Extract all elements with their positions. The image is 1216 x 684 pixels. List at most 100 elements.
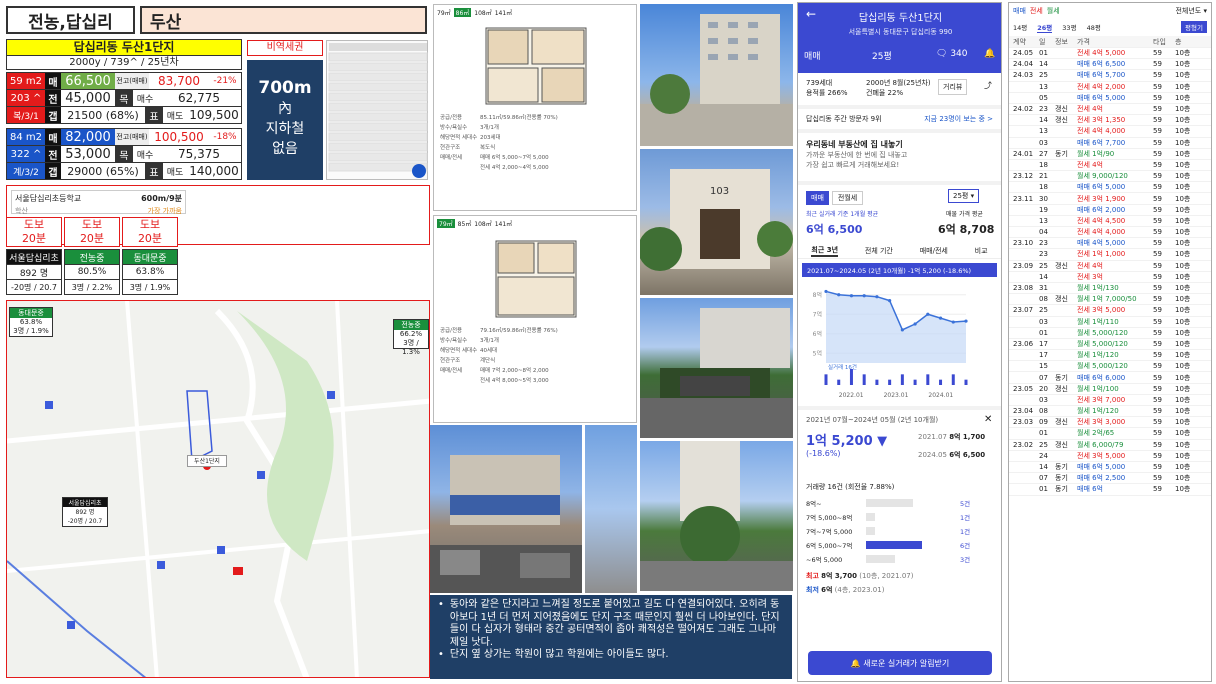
tx-cell: 59 bbox=[1153, 272, 1162, 281]
fp-tab[interactable]: 108㎡ bbox=[474, 8, 491, 17]
tx-cell: 10층 bbox=[1175, 440, 1191, 449]
table-row[interactable]: 14 갱신 전세 3억 1,350 59 10층 bbox=[1009, 115, 1211, 127]
y-tick-label: 8억 bbox=[813, 291, 822, 299]
bell-icon: 🔔 bbox=[850, 658, 861, 668]
table-row[interactable]: 13 전세 4억 2,000 59 10층 bbox=[1009, 82, 1211, 93]
table-row[interactable]: 24.05 01 전세 4억 5,000 59 10층 bbox=[1009, 48, 1211, 60]
fp-tab[interactable]: 108㎡ bbox=[474, 219, 491, 228]
tx-cell: 매매 6억 7,700 bbox=[1077, 138, 1126, 147]
fp-tab[interactable]: 85㎡ bbox=[458, 219, 472, 228]
price-chart[interactable]: 8억 7억 6억 5억 2022.01 2023.01 2024.01 실거래 16건 bbox=[798, 277, 1002, 403]
close-icon[interactable]: ✕ bbox=[984, 414, 992, 425]
listing-table-graphic bbox=[328, 43, 428, 178]
size-tab[interactable]: 26평 bbox=[1037, 22, 1053, 33]
tx-tab[interactable]: 전세 bbox=[1030, 6, 1043, 15]
table-row[interactable]: 23.08 31 월세 1억/130 59 10층 bbox=[1009, 283, 1211, 295]
table-row[interactable]: 05 매매 6억 5,000 59 10층 bbox=[1009, 93, 1211, 104]
bell-icon[interactable]: 🔔 bbox=[984, 49, 995, 59]
table-row[interactable]: 03 매매 6억 7,700 59 10층 bbox=[1009, 138, 1211, 149]
table-row[interactable]: 08 갱신 월세 1억 7,000/50 59 10층 bbox=[1009, 294, 1211, 306]
table-row[interactable]: 23.10 23 매매 4억 5,000 59 10층 bbox=[1009, 238, 1211, 250]
transaction-panel: 매매 전세 월세 전체년도 ▾ 14평 26평 33평 48평 평형기 계약 일 정… bbox=[1008, 2, 1212, 682]
size-tab[interactable]: 33평 bbox=[1062, 22, 1076, 32]
table-row[interactable]: 03 월세 1억/110 59 10층 bbox=[1009, 317, 1211, 328]
table-row[interactable]: 01 월세 2억/65 59 10층 bbox=[1009, 428, 1211, 440]
table-row[interactable]: 15 월세 5,000/120 59 10층 bbox=[1009, 361, 1211, 373]
table-row[interactable]: 24.04 14 매매 6억 6,500 59 10층 bbox=[1009, 59, 1211, 71]
tab-sale[interactable]: 매매 bbox=[806, 191, 829, 205]
table-row[interactable]: 23.05 20 갱신 월세 1억/100 59 10층 bbox=[1009, 384, 1211, 395]
tx-cell: 59 bbox=[1153, 194, 1162, 203]
table-row[interactable]: 13 전세 4억 4,500 59 10층 bbox=[1009, 216, 1211, 227]
app-header: ← 답십리동 두산1단지 서울특별시 동대문구 답십리동 990 매매 25평 … bbox=[798, 3, 1001, 73]
table-row[interactable]: 23.07 25 전세 3억 5,000 59 10층 bbox=[1009, 305, 1211, 317]
table-row[interactable]: 23.02 25 갱신 월세 6,000/79 59 10층 bbox=[1009, 440, 1211, 451]
fp-tab-active[interactable]: 79㎡ bbox=[437, 219, 455, 228]
gap-value: 29000 (65%) bbox=[67, 164, 139, 178]
fp-tab[interactable]: 79㎡ bbox=[437, 8, 451, 17]
table-row[interactable]: 23.03 09 갱신 전세 3억 3,000 59 10층 bbox=[1009, 417, 1211, 429]
table-row[interactable]: 18 전세 4억 59 10층 bbox=[1009, 160, 1211, 172]
map-marker-complex[interactable]: 두산1단지 bbox=[187, 455, 227, 467]
table-row[interactable]: 14 동기 매매 6억 5,000 59 10층 bbox=[1009, 462, 1211, 474]
tx-cell: 18 bbox=[1039, 183, 1048, 192]
alert-button[interactable]: 🔔 새로운 실거래가 알림받기 bbox=[808, 651, 992, 675]
change-summary: 2021년 07월~2024년 05월 (2년 10개월) ✕ 1억 5,200… bbox=[806, 414, 993, 459]
tx-cell: 전세 3억 1,350 bbox=[1077, 116, 1126, 125]
period-tab[interactable]: 비교 bbox=[975, 246, 988, 256]
period-tab[interactable]: 전체 기간 bbox=[865, 246, 893, 256]
table-row[interactable]: 07 동기 매매 6억 6,000 59 10층 bbox=[1009, 372, 1211, 384]
table-row[interactable]: 04 전세 4억 4,000 59 10층 bbox=[1009, 227, 1211, 239]
table-row[interactable]: 24.03 25 매매 6억 5,700 59 10층 bbox=[1009, 70, 1211, 82]
street-view-button[interactable]: 거리뷰 bbox=[938, 79, 968, 95]
table-row[interactable]: 07 동기 매매 6억 2,500 59 10층 bbox=[1009, 473, 1211, 485]
dist-row: 7억~7억 5,000 1건 bbox=[806, 524, 993, 538]
table-row[interactable]: 19 매매 6억 2,000 59 10층 bbox=[1009, 205, 1211, 216]
table-row[interactable]: 23.11 30 전세 3억 1,900 59 10층 bbox=[1009, 193, 1211, 205]
period-tab[interactable]: 매매/전세 bbox=[920, 246, 948, 256]
size-dropdown[interactable]: 25평 ▾ bbox=[948, 189, 980, 203]
table-row[interactable]: 23 전세 1억 1,000 59 10층 bbox=[1009, 249, 1211, 261]
sale-type-select[interactable]: 매매 bbox=[804, 49, 821, 62]
table-row[interactable]: 23.09 25 갱신 전세 4억 59 10층 bbox=[1009, 261, 1211, 272]
tx-cell: 59 bbox=[1153, 429, 1162, 438]
size-tab[interactable]: 14평 bbox=[1013, 22, 1027, 32]
y-tick-label: 6억 bbox=[813, 330, 822, 338]
table-row[interactable]: 18 매매 6억 5,000 59 10층 bbox=[1009, 182, 1211, 194]
fp-tab[interactable]: 141㎡ bbox=[495, 8, 512, 17]
dist-row: 8억~ 5건 bbox=[806, 496, 993, 510]
table-row[interactable]: 01 월세 5,000/120 59 10층 bbox=[1009, 328, 1211, 339]
tx-cell: 59 bbox=[1153, 451, 1162, 460]
table-row[interactable]: 14 전세 3억 59 10층 bbox=[1009, 272, 1211, 283]
table-row[interactable]: 24 전세 3억 5,000 59 10층 bbox=[1009, 451, 1211, 462]
period-tab[interactable]: 최근 3년 bbox=[811, 245, 839, 257]
table-row[interactable]: 13 전세 4억 4,000 59 10층 bbox=[1009, 126, 1211, 138]
share-icon[interactable]: ⤴ bbox=[984, 81, 992, 91]
tx-tab[interactable]: 월세 bbox=[1047, 6, 1060, 15]
dist-row: 6억 5,000~7억 6건 bbox=[806, 538, 993, 552]
table-row[interactable]: 24.01 27 동기 월세 1억/90 59 10층 bbox=[1009, 149, 1211, 160]
y-tick-label: 5억 bbox=[813, 349, 822, 357]
size-select[interactable]: 25평 bbox=[872, 49, 892, 62]
dist-bar bbox=[866, 499, 913, 507]
fp-tab[interactable]: 141㎡ bbox=[495, 219, 512, 228]
fp-tab-active[interactable]: 86㎡ bbox=[453, 8, 472, 17]
comments-count[interactable]: 🗨 340 bbox=[936, 49, 968, 59]
map-view[interactable]: 동대문중 63.8% 3명 / 1.9% 전농중 66.2% 3명 / 1.3% 서울답… bbox=[6, 300, 430, 678]
tab-lease[interactable]: 전월세 bbox=[831, 191, 864, 205]
table-row[interactable]: 01 동기 매매 6억 59 10층 bbox=[1009, 484, 1211, 496]
table-row[interactable]: 17 월세 1억/120 59 10층 bbox=[1009, 350, 1211, 362]
table-row[interactable]: 23.06 17 월세 5,000/120 59 10층 bbox=[1009, 339, 1211, 351]
tx-tab[interactable]: 매매 bbox=[1013, 6, 1026, 15]
year-select[interactable]: 전체년도 ▾ bbox=[1175, 6, 1207, 15]
station-subway: 지하철 bbox=[265, 121, 305, 137]
ad-banner[interactable]: 우리동네 부동산에 집 내놓기 가까운 부동산에 한 번에 집 내놓고 가장 쉽… bbox=[798, 133, 1001, 181]
table-row[interactable]: 03 전세 3억 7,000 59 10층 bbox=[1009, 395, 1211, 406]
tx-cell: 10층 bbox=[1175, 205, 1191, 214]
table-row[interactable]: 24.02 23 갱신 전세 4억 59 10층 bbox=[1009, 104, 1211, 116]
data-point bbox=[938, 316, 943, 320]
table-row[interactable]: 23.12 21 월세 9,000/120 59 10층 bbox=[1009, 171, 1211, 183]
table-row[interactable]: 23.04 08 월세 1억/120 59 10층 bbox=[1009, 406, 1211, 418]
size-type-button[interactable]: 평형기 bbox=[1181, 21, 1207, 33]
size-tab[interactable]: 48평 bbox=[1087, 22, 1101, 32]
